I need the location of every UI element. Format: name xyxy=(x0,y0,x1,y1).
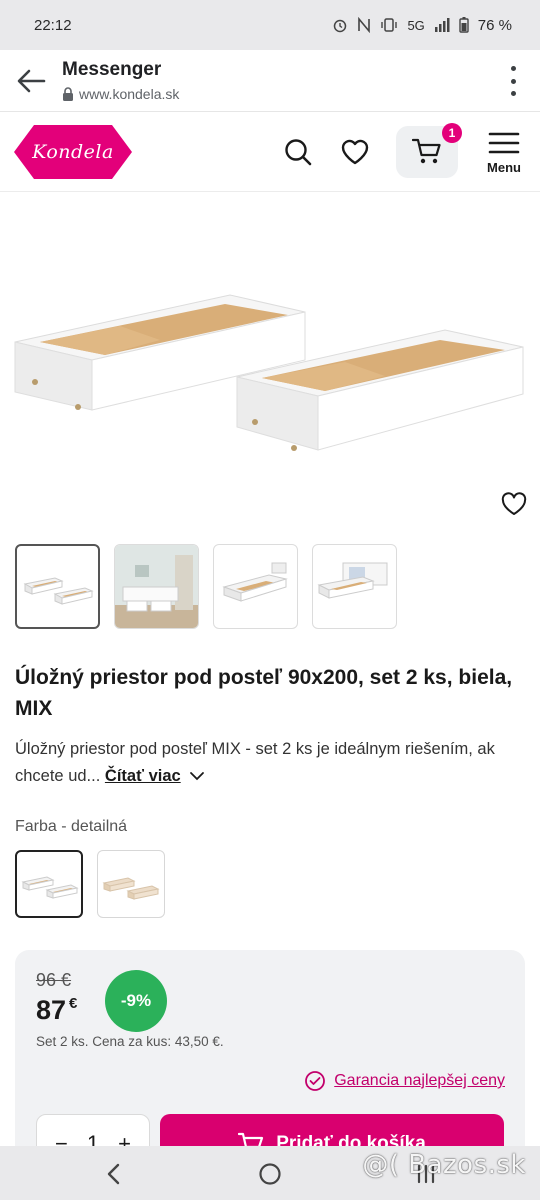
color-label: Farba - detailná xyxy=(15,818,128,835)
color-swatch-white[interactable] xyxy=(15,850,83,918)
nfc-icon xyxy=(358,17,371,33)
description-text: Úložný priestor pod posteľ MIX - set 2 k… xyxy=(15,740,495,785)
cart-count-badge: 1 xyxy=(442,123,462,143)
network-type: 5G xyxy=(407,17,425,33)
more-options-icon[interactable] xyxy=(508,66,518,96)
color-swatch-natural[interactable] xyxy=(97,850,165,918)
unit-price-note: Set 2 ks. Cena za kus: 43,50 €. xyxy=(36,1034,224,1049)
product-main-image[interactable] xyxy=(0,192,540,532)
status-bar: 22:12 5G 76 % xyxy=(0,0,540,50)
menu-label[interactable]: Menu xyxy=(480,160,528,175)
wishlist-heart-icon[interactable] xyxy=(500,490,528,518)
browser-toolbar: Messenger www.kondela.sk xyxy=(0,50,540,112)
read-more-link[interactable]: Čítať viac xyxy=(105,767,181,785)
watermark-text: @( Bazos.sk xyxy=(362,1150,526,1180)
thumbnail-4[interactable] xyxy=(312,544,397,629)
kondela-logo[interactable]: Kondela xyxy=(14,121,132,183)
old-price: 96 € xyxy=(36,970,72,990)
lock-icon xyxy=(63,87,73,101)
product-title: Úložný priestor pod posteľ 90x200, set 2… xyxy=(15,666,513,720)
site-header: Kondela 1 Menu xyxy=(0,112,540,192)
price-currency: € xyxy=(69,995,78,1012)
best-price-guarantee-link[interactable]: Garancia najlepšej ceny xyxy=(304,1070,505,1092)
battery-icon xyxy=(459,17,469,33)
vibrate-icon xyxy=(381,18,398,32)
discount-badge: -9% xyxy=(105,970,167,1032)
nav-home-icon[interactable] xyxy=(256,1160,284,1188)
current-price: 87 € xyxy=(36,995,77,1026)
nav-back-icon[interactable] xyxy=(100,1160,128,1188)
shield-check-icon xyxy=(305,1071,326,1091)
heart-icon[interactable] xyxy=(339,136,371,168)
cart-icon xyxy=(412,138,441,164)
guarantee-text: Garancia najlepšej ceny xyxy=(334,1072,505,1089)
logo-text: Kondela xyxy=(32,141,114,163)
alarm-icon xyxy=(334,19,347,33)
status-time: 22:12 xyxy=(34,16,72,34)
thumbnail-2[interactable] xyxy=(114,544,199,629)
thumbnail-3[interactable] xyxy=(213,544,298,629)
browser-title: Messenger xyxy=(62,59,162,80)
battery-level: 76 % xyxy=(477,16,512,34)
search-icon[interactable] xyxy=(282,136,314,168)
color-swatches xyxy=(15,850,165,918)
thumbnail-gallery xyxy=(15,544,397,629)
thumbnail-1[interactable] xyxy=(15,544,100,629)
price-value: 87 xyxy=(36,995,67,1025)
product-description: Úložný priestor pod posteľ MIX - set 2 k… xyxy=(15,736,525,790)
back-arrow-icon[interactable] xyxy=(14,64,48,98)
signal-icon xyxy=(434,18,450,32)
url-text: www.kondela.sk xyxy=(79,86,180,102)
status-icons: 5G 76 % xyxy=(332,17,512,34)
chevron-down-icon[interactable] xyxy=(189,771,205,781)
url-display[interactable]: www.kondela.sk xyxy=(62,86,179,102)
